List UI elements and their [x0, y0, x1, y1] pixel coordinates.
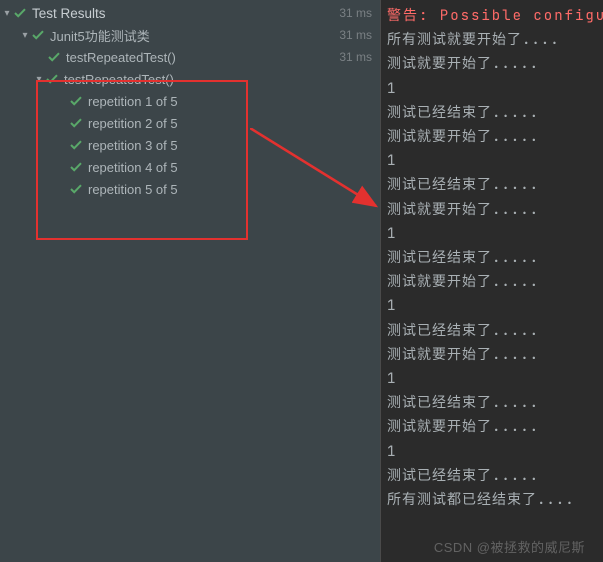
tree-suite-row[interactable]: ▾ Junit5功能测试类 31 ms	[0, 24, 380, 46]
pass-icon	[46, 73, 58, 85]
watermark-text: CSDN @被拯救的威尼斯	[434, 537, 585, 556]
console-line: 测试已经结束了.....	[387, 391, 603, 415]
console-line: 测试就要开始了.....	[387, 198, 603, 222]
console-line: 测试就要开始了.....	[387, 415, 603, 439]
rep-label: repetition 4 of 5	[88, 160, 372, 175]
console-output[interactable]: 警告: Possible configu 所有测试就要开始了.... 测试就要开…	[380, 0, 603, 562]
chevron-down-icon[interactable]: ▾	[32, 74, 46, 85]
console-line: 测试就要开始了.....	[387, 270, 603, 294]
console-line: 测试已经结束了.....	[387, 464, 603, 488]
pass-icon	[70, 161, 82, 173]
console-line: 测试已经结束了.....	[387, 319, 603, 343]
chevron-down-icon[interactable]: ▾	[18, 30, 32, 41]
console-line: 测试就要开始了.....	[387, 343, 603, 367]
tree-test-row[interactable]: ▾ testRepeatedTest()	[0, 68, 380, 90]
pass-icon	[32, 29, 44, 41]
console-line: 1	[387, 367, 603, 391]
rep-label: repetition 2 of 5	[88, 116, 372, 131]
pass-icon	[70, 183, 82, 195]
root-time: 31 ms	[339, 6, 372, 20]
rep-label: repetition 1 of 5	[88, 94, 372, 109]
console-line: 1	[387, 77, 603, 101]
tree-root-row[interactable]: ▾ Test Results 31 ms	[0, 2, 380, 24]
test-results-tree: ▾ Test Results 31 ms ▾ Junit5功能测试类 31 ms…	[0, 0, 380, 562]
suite-time: 31 ms	[339, 28, 372, 42]
tree-rep-row[interactable]: repetition 2 of 5	[0, 112, 380, 134]
chevron-down-icon[interactable]: ▾	[0, 8, 14, 19]
console-line: 测试已经结束了.....	[387, 246, 603, 270]
rep-label: repetition 5 of 5	[88, 182, 372, 197]
pass-icon	[70, 117, 82, 129]
tree-test-row[interactable]: testRepeatedTest() 31 ms	[0, 46, 380, 68]
console-line: 测试就要开始了.....	[387, 125, 603, 149]
pass-icon	[70, 139, 82, 151]
console-line: 测试就要开始了.....	[387, 52, 603, 76]
console-line: 所有测试都已经结束了....	[387, 488, 603, 512]
console-line: 1	[387, 294, 603, 318]
pass-icon	[14, 7, 26, 19]
pass-icon	[48, 51, 60, 63]
console-line: 1	[387, 440, 603, 464]
rep-label: repetition 3 of 5	[88, 138, 372, 153]
test-b-label: testRepeatedTest()	[64, 72, 372, 87]
console-line: 测试已经结束了.....	[387, 101, 603, 125]
test-a-time: 31 ms	[339, 50, 372, 64]
test-a-label: testRepeatedTest()	[66, 50, 339, 65]
pass-icon	[70, 95, 82, 107]
root-label: Test Results	[32, 6, 339, 21]
console-line: 1	[387, 149, 603, 173]
tree-rep-row[interactable]: repetition 3 of 5	[0, 134, 380, 156]
console-line: 测试已经结束了.....	[387, 173, 603, 197]
suite-label: Junit5功能测试类	[50, 26, 339, 45]
tree-rep-row[interactable]: repetition 4 of 5	[0, 156, 380, 178]
tree-rep-row[interactable]: repetition 5 of 5	[0, 178, 380, 200]
console-line: 所有测试就要开始了....	[387, 28, 603, 52]
tree-rep-row[interactable]: repetition 1 of 5	[0, 90, 380, 112]
console-warning-line: 警告: Possible configu	[387, 4, 603, 28]
console-line: 1	[387, 222, 603, 246]
